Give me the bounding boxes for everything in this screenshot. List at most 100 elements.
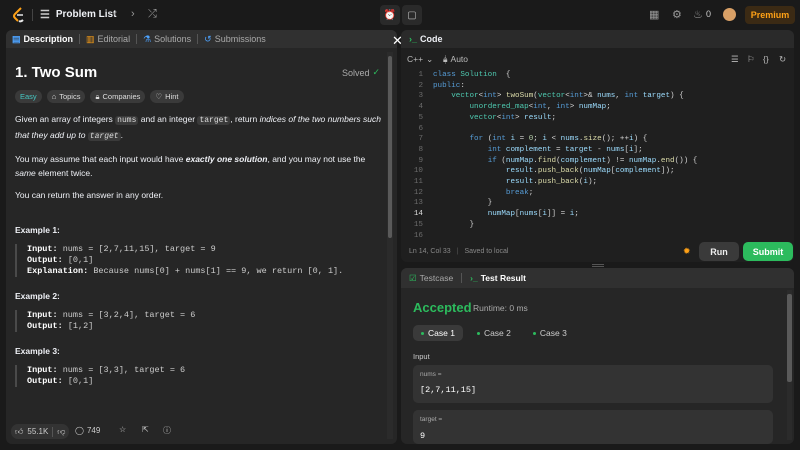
tag-icon: ⌂ [51, 92, 57, 101]
code-toolbar: C++ ⌄ 🔒︎ Auto ☰ ⚐ {} ↻ [401, 50, 794, 68]
topics-tag[interactable]: ⌂ Topics [46, 90, 86, 103]
language-select[interactable]: C++ ⌄ [407, 54, 433, 65]
lightbulb-icon: ♡ [155, 92, 163, 101]
text: . [120, 130, 123, 140]
hint-tag[interactable]: ♡ Hint [150, 90, 184, 103]
tab-editorial[interactable]: ▥ Editorial [80, 30, 136, 48]
check-circle-icon: ✓ [372, 67, 381, 77]
comment-count: 749 [86, 426, 101, 435]
input-value-box: target = 9 [413, 410, 773, 444]
label: Output: [27, 255, 63, 265]
line-number: 15 [413, 220, 423, 229]
line-number: 7 [418, 135, 423, 144]
problem-list-button[interactable]: ☰ Problem List [40, 8, 116, 21]
terminal-icon: ›_ [470, 273, 478, 283]
example-box: Input: nums = [3,2,4], target = 6 Output… [15, 310, 195, 332]
leetcode-logo-icon[interactable] [12, 7, 26, 23]
example-input: nums = [2,7,11,15], target = 9 [57, 244, 216, 254]
emphasis-text: exactly one solution [185, 154, 268, 164]
tab-test-result[interactable]: ›_ Test Result [462, 273, 534, 283]
resize-handle[interactable] [592, 264, 604, 267]
format-icon[interactable]: ☰ [731, 54, 739, 65]
code-icon: ›_ [409, 34, 418, 44]
tab-solutions[interactable]: ⚗ Solutions [137, 30, 197, 48]
line-number: 1 [418, 71, 423, 79]
premium-button[interactable]: Premium [745, 6, 795, 24]
bookmark-icon[interactable]: ⚐ [747, 54, 755, 65]
variable-value: [2,7,11,15] [420, 385, 477, 395]
case-tab[interactable]: Case 3 [525, 325, 575, 341]
case-tab[interactable]: Case 1 [413, 325, 463, 341]
run-button[interactable]: Run [699, 242, 739, 261]
status-dot [532, 331, 536, 335]
flask-icon: ⚗ [143, 33, 152, 44]
variable-name: nums = [420, 371, 442, 378]
companies-tag[interactable]: 🔒︎ Companies [90, 90, 146, 103]
top-bar: ☰ Problem List ‹ › ⤮ ⏰ ▢ ▦ ⚙ ♨ 0 Premium [0, 0, 800, 30]
avatar[interactable] [723, 8, 736, 21]
reset-icon[interactable]: ↻ [779, 54, 786, 65]
tab-label: Code [420, 34, 443, 44]
input-value-box: nums = [2,7,11,15] [413, 365, 773, 403]
label: Output: [27, 321, 63, 331]
thumbs-down-icon[interactable]: 👎︎ [52, 426, 65, 437]
share-icon[interactable]: ⇱ [142, 425, 149, 434]
label: Input: [27, 365, 58, 375]
variable-name: target = [420, 416, 443, 423]
debug-icon[interactable]: ✹ [683, 246, 691, 257]
problem-list-label: Problem List [55, 9, 117, 20]
fire-icon[interactable]: ♨ [693, 8, 703, 21]
chevron-left-icon[interactable]: ‹ [113, 8, 117, 20]
line-number: 9 [418, 156, 423, 165]
text: element twice. [35, 168, 93, 178]
shuffle-icon[interactable]: ⤮ [148, 8, 157, 21]
label: Input: [27, 244, 58, 254]
auto-mode[interactable]: 🔒︎ Auto [443, 54, 468, 65]
divider [32, 9, 33, 21]
layout-icon[interactable]: ▦ [649, 8, 659, 21]
star-icon[interactable]: ☆ [119, 425, 126, 434]
tab-submissions[interactable]: ↺ Submissions [198, 30, 272, 48]
line-number: 12 [413, 188, 423, 197]
example-heading: Example 1: [15, 225, 60, 235]
example-output: [0,1] [62, 255, 94, 265]
status-dot [476, 331, 480, 335]
line-number: 2 [418, 81, 423, 90]
like-count: 55.1K [27, 427, 49, 436]
runtime-text: Runtime: 0 ms [473, 303, 528, 313]
code-editor[interactable]: 1 class Solution {2 public: 3 vector<int> t… [401, 70, 794, 242]
scrollbar-thumb[interactable] [388, 56, 392, 238]
example-output: [1,2] [62, 321, 94, 331]
comment-icon: ◯ [75, 426, 84, 435]
scrollbar-thumb[interactable] [787, 294, 792, 382]
braces-icon[interactable]: {} [763, 54, 769, 64]
thumbs-up-icon: 👍︎ [15, 426, 24, 436]
tab-description[interactable]: ▤ Description [6, 30, 79, 48]
problem-description: Given an array of integers nums and an i… [15, 112, 383, 202]
code-line: unordered_map<int, int> numMap; [469, 103, 611, 112]
comments-button[interactable]: ◯ 749 [75, 426, 100, 435]
case-label: Case 1 [428, 328, 455, 338]
tab-testcase[interactable]: ☑ Testcase [401, 273, 461, 284]
example-heading: Example 2: [15, 291, 60, 301]
description-panel: ▤ Description ▥ Editorial ⚗ Solutions ↺ … [6, 30, 397, 444]
notes-button[interactable]: ▢ [402, 5, 422, 25]
like-button[interactable]: 👍︎ 55.1K 👎︎ [11, 424, 70, 439]
note-icon: ▢ [407, 9, 417, 21]
line-number: 3 [418, 92, 423, 101]
submit-button[interactable]: Submit [743, 242, 793, 261]
case-label: Case 2 [483, 328, 511, 338]
code-tab[interactable]: ›_ Code [401, 30, 794, 48]
timer-button[interactable]: ⏰ [380, 5, 400, 25]
case-tab[interactable]: Case 2 [469, 325, 519, 341]
gear-icon[interactable]: ⚙ [672, 8, 682, 21]
line-number: 14 [413, 210, 423, 219]
checkbox-icon: ☑ [409, 272, 417, 283]
chevron-right-icon[interactable]: › [131, 8, 135, 20]
code-line: break; [505, 188, 534, 197]
save-status: Saved to local [464, 248, 509, 255]
line-number: 8 [418, 145, 423, 154]
code-line: int complement = target - nums[i]; [487, 145, 643, 154]
help-icon[interactable]: ⓘ [163, 425, 171, 436]
language-label: C++ [407, 53, 424, 64]
